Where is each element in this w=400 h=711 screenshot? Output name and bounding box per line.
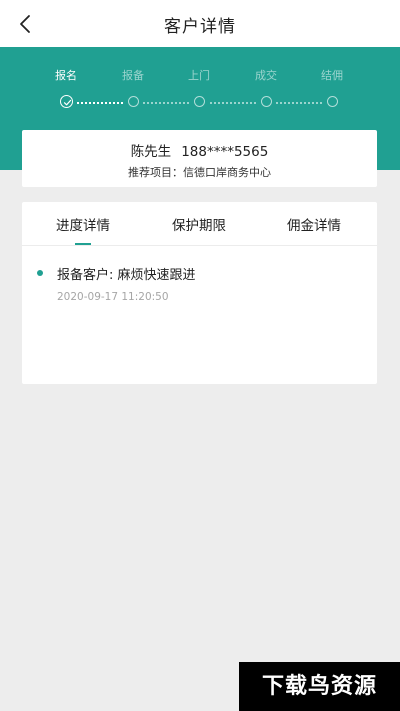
step-connector	[210, 102, 256, 104]
circle-outline-icon	[326, 96, 338, 107]
customer-contact: 陈先生 188****5565	[22, 140, 377, 160]
progress-record-text: 报备客户: 麻烦快速跟进	[57, 268, 196, 283]
step-label-deal: 成交	[255, 69, 277, 82]
watermark-logo: 下载鸟资源	[239, 662, 400, 711]
circle-outline-icon	[127, 96, 139, 107]
top-nav-bar: 客户详情	[0, 0, 400, 47]
step-label-report: 报备	[122, 69, 144, 82]
circle-outline-icon	[193, 96, 205, 107]
step-connector	[143, 102, 189, 104]
step-label-signup: 报名	[55, 69, 77, 82]
step-label-visit: 上门	[188, 69, 210, 82]
page-title: 客户详情	[164, 17, 236, 37]
active-tab-indicator	[75, 243, 91, 245]
progress-stepper: 报名 报备 上门 成交 结佣	[0, 47, 400, 117]
customer-name: 陈先生	[130, 144, 172, 160]
tab-bar: 进度详情 保护期限 佣金详情	[22, 202, 377, 246]
list-item: 报备客户: 麻烦快速跟进 2020-09-17 11:20:50	[22, 262, 377, 312]
recommended-project: 推荐项目：信德口岸商务中心	[128, 166, 271, 179]
circle-outline-icon	[260, 96, 272, 107]
step-connector	[276, 102, 322, 104]
tab-progress-details[interactable]: 进度详情	[24, 214, 142, 234]
progress-record-time: 2020-09-17 11:20:50	[57, 291, 169, 303]
customer-phone[interactable]: 188****5565	[181, 144, 268, 160]
check-circle-icon	[59, 95, 73, 108]
step-connector	[77, 102, 123, 104]
customer-detail-page: 客户详情 报名 报备 上门 成交 结佣 陈先生 188****5565 推荐项目…	[0, 0, 400, 711]
timeline-dot-icon	[37, 270, 43, 276]
tab-commission-details[interactable]: 佣金详情	[255, 214, 373, 234]
step-label-commission: 结佣	[321, 69, 343, 82]
tab-protection-period[interactable]: 保护期限	[140, 214, 258, 234]
detail-tabs-card: 进度详情 保护期限 佣金详情 报备客户: 麻烦快速跟进 2020-09-17 1…	[22, 202, 377, 384]
customer-info-card: 陈先生 188****5565 推荐项目：信德口岸商务中心	[22, 130, 377, 187]
